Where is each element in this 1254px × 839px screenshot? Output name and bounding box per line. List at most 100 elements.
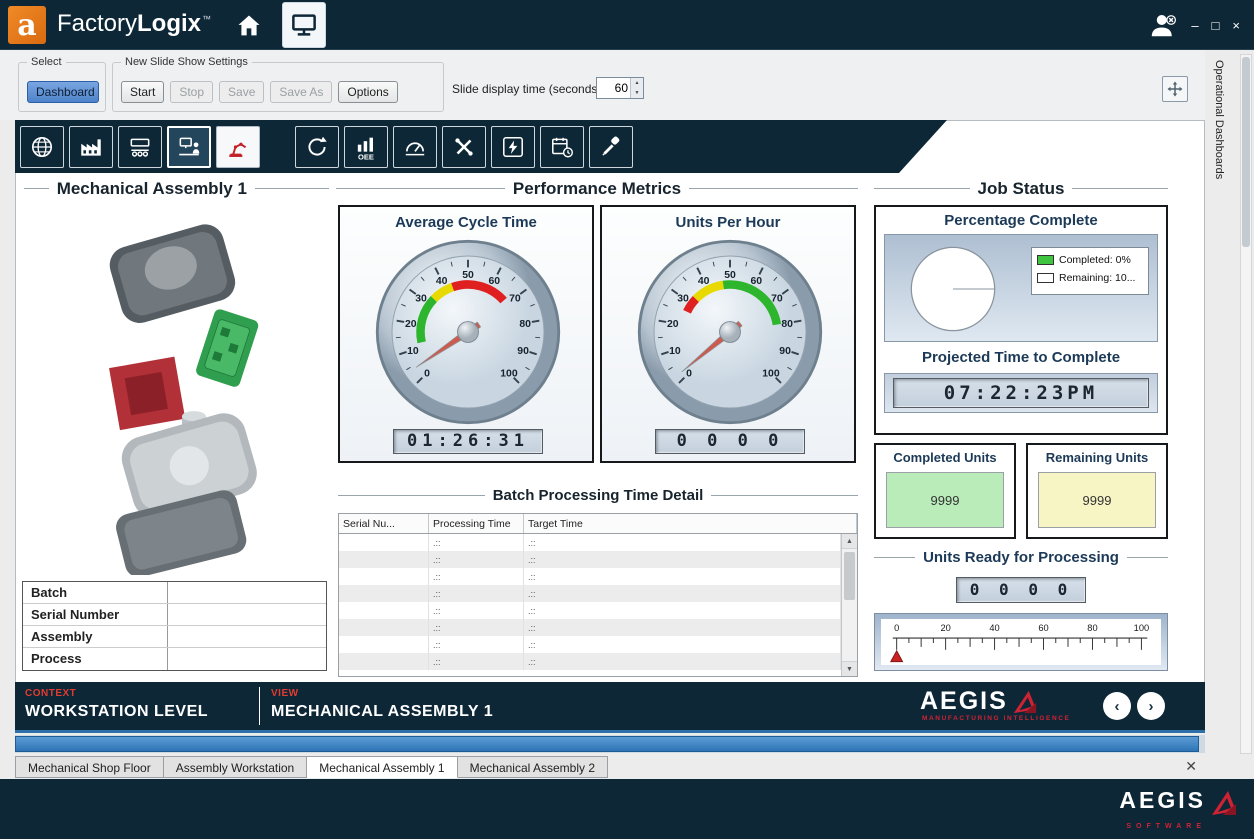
dashboard-icon-toolbar: OEE <box>15 120 947 173</box>
table-row[interactable]: .::.:: <box>339 602 841 619</box>
table-cell: .:: <box>524 636 841 653</box>
table-cell: .:: <box>524 602 841 619</box>
scroll-up-arrow[interactable]: ▲ <box>842 534 857 549</box>
table-row[interactable]: .::.:: <box>339 534 841 551</box>
maintenance-tools-button[interactable] <box>442 126 486 168</box>
dashboard-monitor-button[interactable] <box>282 2 326 48</box>
remaining-legend-label: Remaining: 10... <box>1059 272 1135 284</box>
slide-time-spinner: ▲ ▼ <box>596 77 644 99</box>
dock-move-button[interactable] <box>1162 76 1188 102</box>
tab-mechanical-assembly-2[interactable]: Mechanical Assembly 2 <box>458 756 608 778</box>
slide-time-input[interactable] <box>597 78 630 98</box>
schedule-button[interactable] <box>540 126 584 168</box>
globe-view-button[interactable] <box>20 126 64 168</box>
tooling-button[interactable] <box>589 126 633 168</box>
cycle-time-digital-display: 01:26:31 <box>393 429 543 454</box>
svg-text:90: 90 <box>517 346 529 357</box>
start-button[interactable]: Start <box>121 81 164 103</box>
table-cell: .:: <box>429 602 524 619</box>
column-header-serial[interactable]: Serial Nu... <box>339 514 429 533</box>
factory-view-button[interactable] <box>69 126 113 168</box>
table-row[interactable]: .::.:: <box>339 585 841 602</box>
next-slide-button[interactable]: › <box>1137 692 1165 720</box>
info-value-assembly <box>168 626 326 647</box>
svg-text:30: 30 <box>415 294 427 305</box>
info-value-batch <box>168 582 326 603</box>
assembly-line-icon <box>127 134 153 160</box>
cycle-time-metric-button[interactable] <box>295 126 339 168</box>
job-status-title: Job Status <box>978 179 1065 199</box>
refresh-icon <box>304 134 330 160</box>
assembly-line-view-button[interactable] <box>118 126 162 168</box>
assembly-info-table: Batch Serial Number Assembly Process <box>22 581 327 671</box>
tab-mechanical-assembly-1[interactable]: Mechanical Assembly 1 <box>307 756 457 778</box>
tab-assembly-workstation[interactable]: Assembly Workstation <box>164 756 307 778</box>
svg-text:60: 60 <box>489 276 501 287</box>
units-ready-ruler-panel: 020406080100 <box>874 613 1168 671</box>
table-row[interactable]: .::.:: <box>339 568 841 585</box>
legend-item: Completed: 0% <box>1037 254 1143 266</box>
spin-up-button[interactable]: ▲ <box>631 78 643 88</box>
schedule-calendar-icon <box>549 134 575 160</box>
table-header-row: Serial Nu... Processing Time Target Time <box>339 514 857 534</box>
scrollbar-thumb[interactable] <box>844 552 855 600</box>
pie-legend: Completed: 0% Remaining: 10... <box>1031 247 1149 295</box>
table-scrollbar[interactable]: ▲ ▼ <box>841 534 857 676</box>
app-title-bold: Logix <box>137 10 201 37</box>
options-button[interactable]: Options <box>338 81 397 103</box>
scroll-down-arrow[interactable]: ▼ <box>842 661 857 676</box>
footer-brand-name: AEGIS <box>1119 789 1206 812</box>
units-ruler: 020406080100 <box>881 619 1161 665</box>
column-header-processing-time[interactable]: Processing Time <box>429 514 524 533</box>
vertical-scrollbar-thumb[interactable] <box>1242 57 1250 247</box>
screwdriver-icon <box>598 134 624 160</box>
projected-time-title: Projected Time to Complete <box>876 349 1166 366</box>
robot-arm-view-button[interactable] <box>216 126 260 168</box>
previous-slide-button[interactable]: ‹ <box>1103 692 1131 720</box>
table-row[interactable]: .::.:: <box>339 619 841 636</box>
table-row[interactable]: .::.:: <box>339 653 841 670</box>
svg-text:0: 0 <box>686 369 692 380</box>
table-row[interactable]: .::.:: <box>339 551 841 568</box>
tab-mechanical-shop-floor[interactable]: Mechanical Shop Floor <box>15 756 164 778</box>
app-title-regular: Factory <box>57 10 137 37</box>
power-metric-button[interactable] <box>491 126 535 168</box>
performance-gauge-button[interactable] <box>393 126 437 168</box>
horizontal-scrollbar[interactable] <box>15 735 1205 753</box>
minimize-button[interactable]: – <box>1191 18 1198 33</box>
table-cell: .:: <box>524 568 841 585</box>
oee-metric-button[interactable]: OEE <box>344 126 388 168</box>
stop-button[interactable]: Stop <box>170 81 213 103</box>
operational-dashboards-tab[interactable]: Operational Dashboards <box>1213 60 1225 179</box>
spin-down-button[interactable]: ▼ <box>631 88 643 98</box>
close-button[interactable]: × <box>1232 18 1240 33</box>
robot-arm-icon <box>225 134 251 160</box>
divider <box>338 495 485 497</box>
workstation-view-button[interactable] <box>167 126 211 168</box>
svg-text:20: 20 <box>405 319 417 330</box>
maximize-button[interactable]: □ <box>1212 18 1220 33</box>
tab-strip: Mechanical Shop FloorAssembly Workstatio… <box>15 756 1205 778</box>
table-row[interactable]: .::.:: <box>339 636 841 653</box>
home-button[interactable] <box>234 8 274 44</box>
units-per-hour-panel: Units Per Hour 0102030405060708090100 0 … <box>600 205 856 463</box>
svg-text:90: 90 <box>779 346 791 357</box>
context-value: WORKSTATION LEVEL <box>25 703 208 721</box>
tab-close-button[interactable]: ✕ <box>1185 758 1197 775</box>
gauge-title: Average Cycle Time <box>340 214 592 231</box>
column-header-target-time[interactable]: Target Time <box>524 514 857 533</box>
save-button[interactable]: Save <box>219 81 264 103</box>
performance-metrics-title: Performance Metrics <box>513 179 681 199</box>
user-icon[interactable] <box>1148 10 1178 40</box>
completed-legend-label: Completed: 0% <box>1059 254 1131 266</box>
dashboard-button[interactable]: Dashboard <box>27 81 99 103</box>
vertical-scrollbar[interactable] <box>1240 54 1252 754</box>
aegis-brand-name: AEGIS <box>920 689 1008 713</box>
units-per-hour-digital-display: 0 0 0 0 <box>655 429 805 454</box>
save-as-button[interactable]: Save As <box>270 81 332 103</box>
table-row: Assembly <box>23 626 326 648</box>
titlebar: a FactoryLogix™ – □ × <box>0 0 1254 50</box>
side-panel-strip: Operational Dashboards <box>1205 50 1254 779</box>
footer-aegis-logo: AEGIS <box>1119 789 1238 817</box>
horizontal-scrollbar-thumb[interactable] <box>15 736 1199 752</box>
